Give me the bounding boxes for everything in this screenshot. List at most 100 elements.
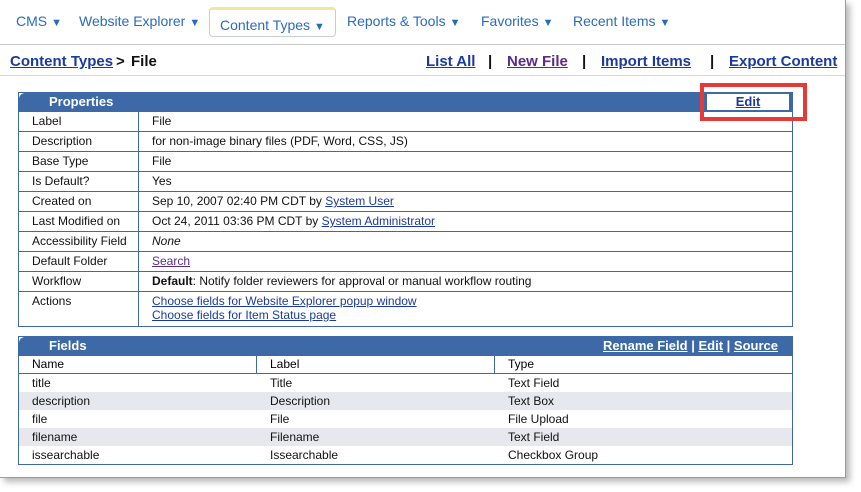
column-header-type: Type — [508, 357, 535, 371]
annotation-highlight-box — [700, 83, 807, 121]
modified-date: Oct 24, 2011 03:36 PM CDT by — [152, 214, 322, 228]
source-link[interactable]: Source — [734, 338, 778, 353]
table-row: filename Filename Text Field — [19, 428, 792, 446]
field-name: description — [32, 394, 91, 408]
field-type: File Upload — [508, 412, 569, 426]
created-by-user-link[interactable]: System User — [325, 194, 394, 208]
property-row-created-on: Created on Sep 10, 2007 02:40 PM CDT by … — [19, 191, 792, 211]
property-label: Description — [19, 132, 139, 151]
action-separator: | — [710, 53, 715, 70]
property-row-base-type: Base Type File — [19, 151, 792, 171]
nav-recent-items-label: Recent Items — [573, 13, 656, 29]
fields-title: Fields — [49, 338, 87, 353]
nav-reports-tools-label: Reports & Tools — [347, 13, 446, 29]
property-label: Created on — [19, 192, 139, 211]
property-row-accessibility: Accessibility Field None — [19, 231, 792, 251]
fields-actions: Rename Field | Edit | Source — [603, 338, 778, 353]
property-label: Workflow — [19, 272, 139, 291]
property-value: Choose fields for Website Explorer popup… — [152, 294, 417, 322]
properties-title: Properties — [49, 94, 114, 109]
field-label: Filename — [270, 430, 320, 444]
breadcrumb-content-types-link[interactable]: Content Types — [10, 53, 113, 70]
fields-action-separator: | — [726, 338, 731, 353]
created-date: Sep 10, 2007 02:40 PM CDT by — [152, 194, 326, 208]
property-value: Yes — [152, 174, 172, 188]
edit-fields-link[interactable]: Edit — [698, 338, 723, 353]
app-window: CMS ▼ Website Explorer ▼ Content Types ▼ Re… — [0, 0, 846, 478]
property-row-workflow: Workflow Default: Notify folder reviewer… — [19, 271, 792, 291]
nav-recent-items[interactable]: Recent Items ▼ — [573, 13, 670, 29]
modified-by-user-link[interactable]: System Administrator — [322, 214, 435, 228]
property-value: File — [152, 154, 172, 168]
property-value: for non-image binary files (PDF, Word, C… — [152, 134, 408, 148]
field-name: issearchable — [32, 448, 100, 462]
nav-favorites-label: Favorites — [481, 13, 539, 29]
property-row-last-modified: Last Modified on Oct 24, 2011 03:36 PM C… — [19, 211, 792, 231]
nav-favorites[interactable]: Favorites ▼ — [481, 13, 553, 29]
properties-panel: Properties Edit Label File Description f… — [18, 92, 793, 327]
field-name: title — [32, 376, 51, 390]
table-row: description Description Text Box — [19, 392, 792, 410]
chevron-down-icon: ▼ — [542, 17, 554, 29]
field-type: Text Field — [508, 430, 560, 444]
fields-panel: Fields Rename Field | Edit | Source Name… — [18, 336, 793, 465]
column-header-name: Name — [19, 356, 257, 373]
chevron-down-icon: ▼ — [314, 21, 325, 33]
property-label: Actions — [19, 292, 139, 326]
list-all-link[interactable]: List All — [426, 53, 475, 70]
field-label: Title — [270, 376, 293, 390]
property-label: Accessibility Field — [19, 232, 139, 251]
field-type: Text Field — [508, 376, 560, 390]
nav-cms-label: CMS — [16, 13, 48, 29]
field-name: file — [32, 412, 48, 426]
nav-content-types-label: Content Types — [220, 17, 311, 33]
property-label: Label — [19, 112, 139, 131]
workflow-name: Default — [152, 274, 193, 288]
property-label: Last Modified on — [19, 212, 139, 231]
property-row-description: Description for non-image binary files (… — [19, 131, 792, 151]
workflow-description: : Notify folder reviewers for approval o… — [192, 274, 532, 288]
fields-header: Fields Rename Field | Edit | Source — [19, 337, 792, 355]
properties-header: Properties Edit — [19, 93, 792, 111]
field-label: File — [270, 412, 290, 426]
column-header-label: Label — [257, 356, 495, 373]
property-row-is-default: Is Default? Yes — [19, 171, 792, 191]
choose-fields-explorer-link[interactable]: Choose fields for Website Explorer popup… — [152, 294, 417, 308]
action-separator: | — [488, 53, 493, 70]
export-content-link[interactable]: Export Content — [729, 53, 837, 70]
chevron-down-icon: ▼ — [659, 17, 671, 29]
default-folder-search-link[interactable]: Search — [152, 254, 190, 268]
field-label: Issearchable — [270, 448, 339, 462]
property-value: None — [152, 234, 181, 248]
property-row-default-folder: Default Folder Search — [19, 251, 792, 271]
fields-action-separator: | — [691, 338, 695, 353]
chevron-down-icon: ▼ — [449, 17, 461, 29]
fields-column-headers: Name Label Type — [19, 355, 792, 374]
property-value: Search — [152, 252, 190, 270]
table-row: title Title Text Field — [19, 374, 792, 392]
field-type: Checkbox Group — [508, 448, 599, 462]
property-value: Sep 10, 2007 02:40 PM CDT by System User — [152, 192, 394, 210]
action-separator: | — [582, 53, 587, 70]
breadcrumb-bar: Content Types > File List All | New File… — [0, 45, 845, 76]
table-row: issearchable Issearchable Checkbox Group — [19, 446, 792, 464]
property-value: Default: Notify folder reviewers for app… — [152, 272, 531, 290]
nav-content-types[interactable]: Content Types ▼ — [209, 7, 336, 37]
new-file-link[interactable]: New File — [507, 53, 568, 70]
property-row-actions: Actions Choose fields for Website Explor… — [19, 291, 792, 326]
rename-field-link[interactable]: Rename Field — [603, 338, 688, 353]
field-type: Text Box — [508, 394, 555, 408]
import-items-link[interactable]: Import Items — [601, 53, 691, 70]
property-value: Oct 24, 2011 03:36 PM CDT by System Admi… — [152, 212, 435, 230]
choose-fields-status-link[interactable]: Choose fields for Item Status page — [152, 308, 336, 322]
page-title: File — [131, 53, 157, 70]
property-value: File — [152, 114, 172, 128]
nav-reports-tools[interactable]: Reports & Tools ▼ — [347, 13, 460, 29]
nav-website-explorer[interactable]: Website Explorer ▼ — [79, 13, 200, 29]
nav-cms[interactable]: CMS ▼ — [16, 13, 62, 29]
field-name: filename — [32, 430, 78, 444]
property-row-label: Label File — [19, 111, 792, 131]
table-row: file File File Upload — [19, 410, 792, 428]
property-label: Is Default? — [19, 172, 139, 191]
property-label: Base Type — [19, 152, 139, 171]
